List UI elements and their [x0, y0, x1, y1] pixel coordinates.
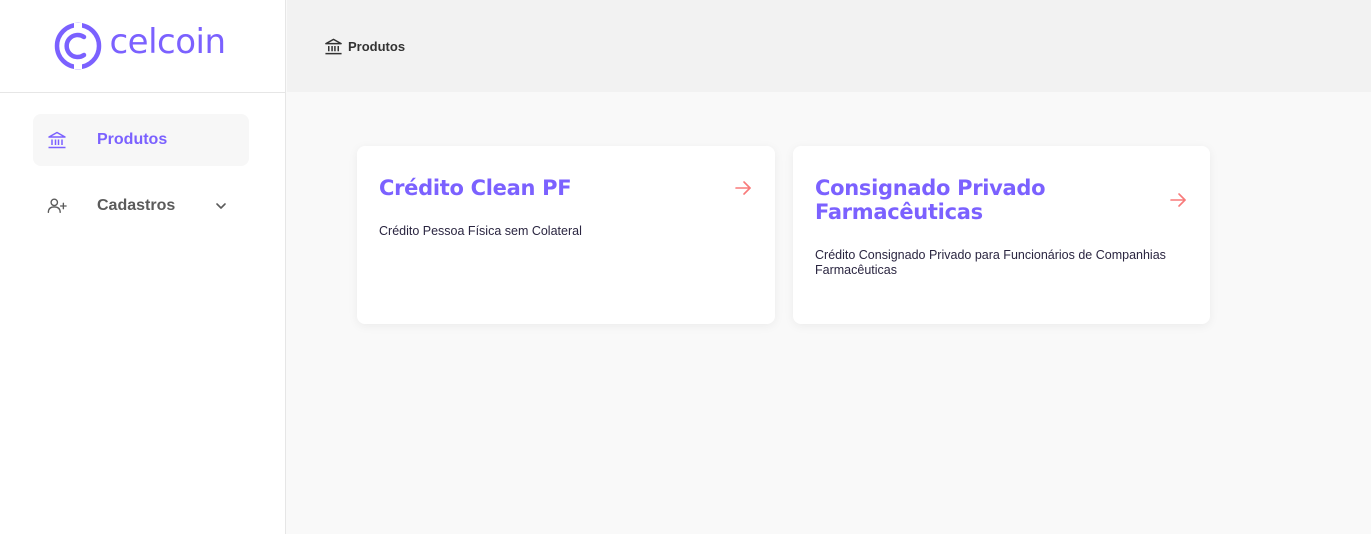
product-card[interactable]: Crédito Clean PF Crédito Pessoa Física s… — [357, 146, 775, 324]
celcoin-logo-icon — [55, 22, 102, 70]
sidebar-nav: Produtos Cadastros — [0, 93, 285, 232]
sidebar-item-label: Cadastros — [97, 197, 176, 214]
main-content: Crédito Clean PF Crédito Pessoa Física s… — [287, 92, 1371, 534]
brand-name: celcoin — [109, 22, 226, 62]
bank-icon — [47, 130, 67, 150]
user-add-icon — [47, 196, 67, 216]
sidebar-item-label: Produtos — [97, 131, 168, 148]
page-header: Produtos — [287, 0, 1371, 92]
product-card[interactable]: Consignado Privado Farmacêuticas Crédito… — [793, 146, 1210, 324]
sidebar-item-produtos[interactable]: Produtos — [33, 114, 249, 166]
product-title: Consignado Privado Farmacêuticas — [815, 176, 1046, 224]
arrow-right-icon[interactable] — [1169, 191, 1187, 209]
arrow-right-icon[interactable] — [734, 179, 752, 197]
bank-icon — [324, 37, 343, 56]
product-description: Crédito Consignado Privado para Funcioná… — [815, 248, 1166, 277]
sidebar: celcoin Produtos Cadastros — [0, 0, 286, 534]
logo[interactable]: celcoin — [0, 0, 285, 93]
product-title: Crédito Clean PF — [379, 176, 572, 200]
product-description: Crédito Pessoa Física sem Colateral — [379, 224, 582, 238]
breadcrumb: Produtos — [348, 38, 406, 54]
chevron-down-icon[interactable] — [214, 199, 228, 213]
sidebar-item-cadastros[interactable]: Cadastros — [33, 180, 249, 232]
